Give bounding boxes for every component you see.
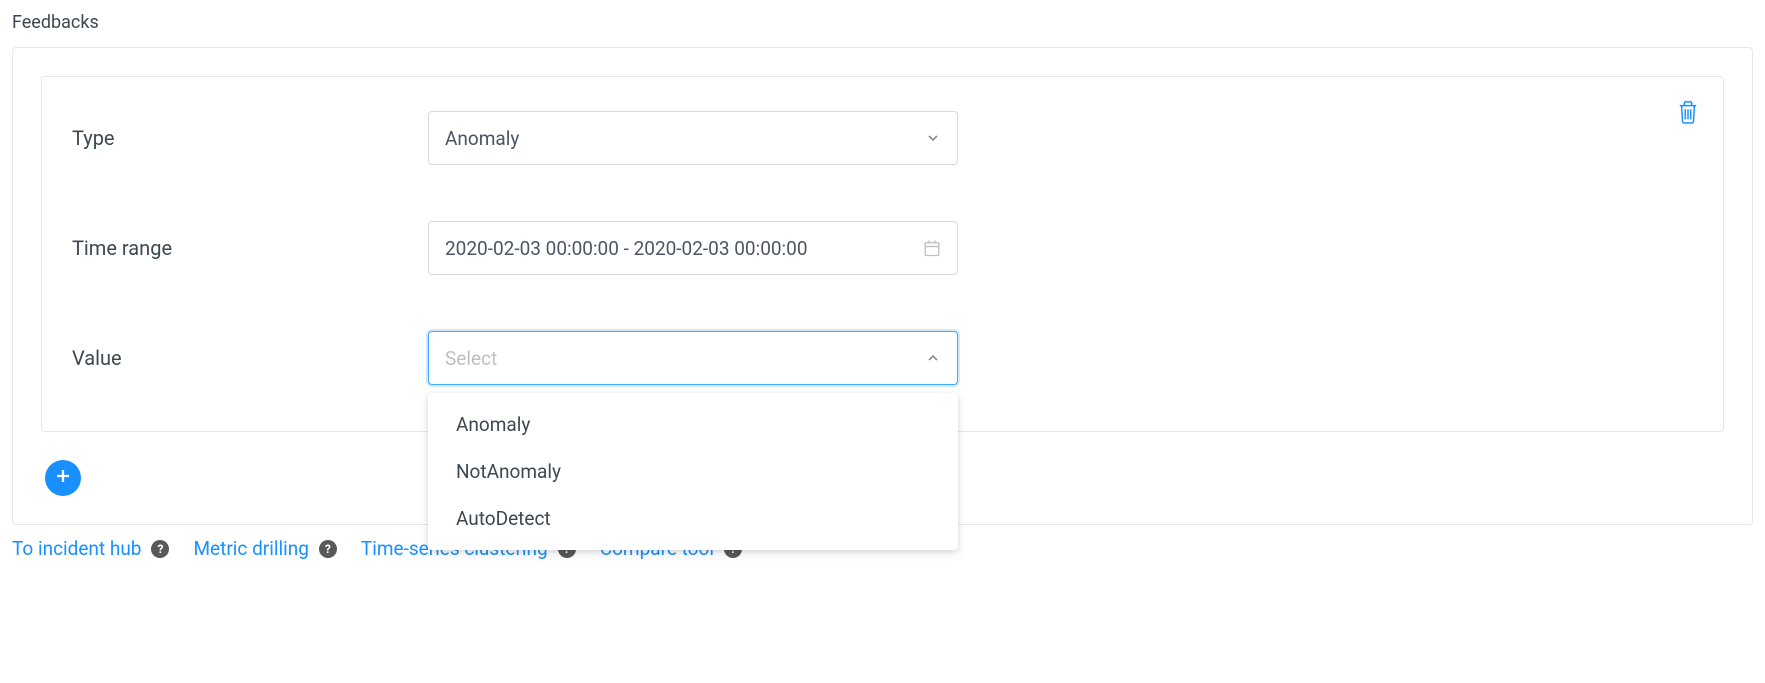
feedbacks-panel: Type Anomaly Time range 2020-02-03 00:00… xyxy=(12,47,1753,525)
link-metric-drilling[interactable]: Metric drilling xyxy=(193,537,308,560)
help-icon[interactable]: ? xyxy=(319,540,337,558)
chevron-up-icon xyxy=(925,350,941,366)
type-row: Type Anomaly xyxy=(72,111,1693,165)
time-range-row: Time range 2020-02-03 00:00:00 - 2020-02… xyxy=(72,221,1693,275)
add-button[interactable] xyxy=(45,460,81,496)
type-label: Type xyxy=(72,126,428,150)
link-incident-hub[interactable]: To incident hub xyxy=(12,537,141,560)
value-option-notanomaly[interactable]: NotAnomaly xyxy=(428,448,958,495)
trash-icon xyxy=(1677,99,1699,129)
value-row: Value Select Anomaly NotAnomaly AutoDete… xyxy=(72,331,1693,385)
plus-icon xyxy=(54,467,72,489)
delete-button[interactable] xyxy=(1677,99,1699,129)
time-range-value: 2020-02-03 00:00:00 - 2020-02-03 00:00:0… xyxy=(445,237,808,260)
value-select-placeholder: Select xyxy=(445,347,497,370)
value-dropdown: Anomaly NotAnomaly AutoDetect xyxy=(428,393,958,550)
value-select[interactable]: Select xyxy=(428,331,958,385)
time-range-label: Time range xyxy=(72,236,428,260)
value-option-anomaly[interactable]: Anomaly xyxy=(428,401,958,448)
time-range-input[interactable]: 2020-02-03 00:00:00 - 2020-02-03 00:00:0… xyxy=(428,221,958,275)
section-title: Feedbacks xyxy=(12,12,1753,33)
help-icon[interactable]: ? xyxy=(151,540,169,558)
value-label: Value xyxy=(72,346,428,370)
value-option-autodetect[interactable]: AutoDetect xyxy=(428,495,958,542)
type-select[interactable]: Anomaly xyxy=(428,111,958,165)
type-select-value: Anomaly xyxy=(445,127,519,150)
feedback-item: Type Anomaly Time range 2020-02-03 00:00… xyxy=(41,76,1724,432)
chevron-down-icon xyxy=(925,130,941,146)
calendar-icon xyxy=(923,239,941,257)
